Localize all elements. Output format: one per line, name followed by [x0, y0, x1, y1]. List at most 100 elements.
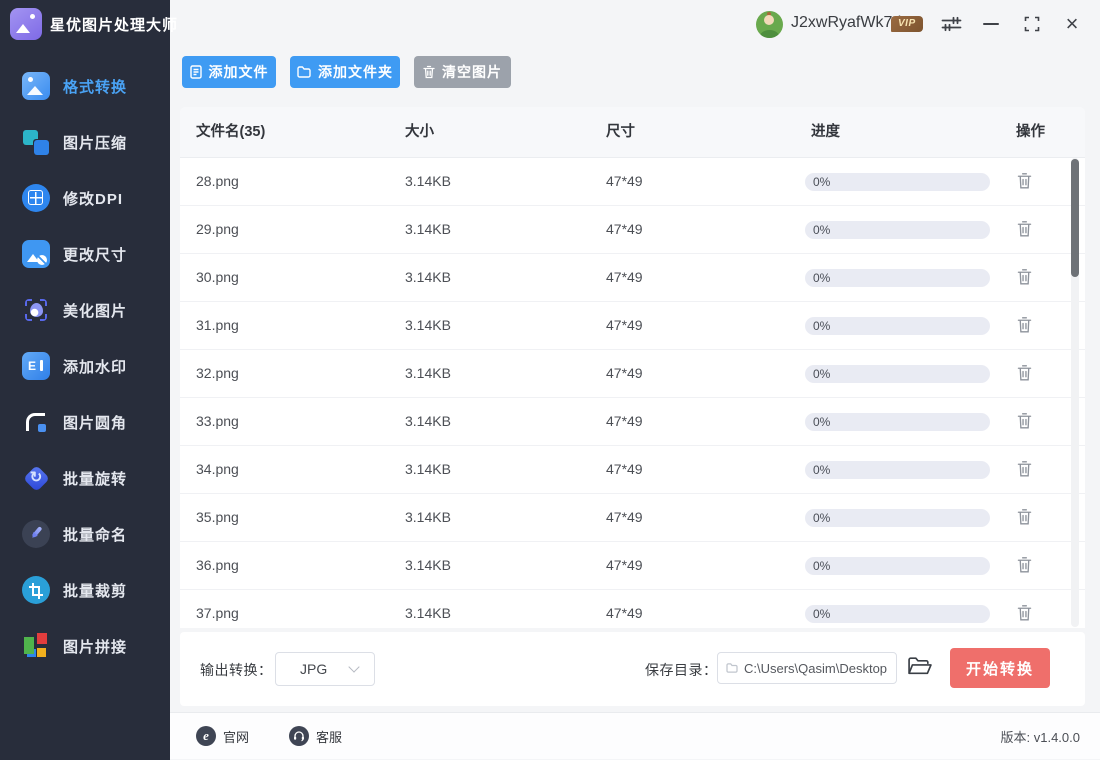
- sidebar: 星优图片处理大师 格式转换 图片压缩 修改DPI 更改尺寸 美化图片 添加水印 …: [0, 0, 170, 760]
- save-directory-input[interactable]: [744, 661, 888, 676]
- batch-crop-icon: [22, 576, 50, 604]
- progress-label: 0%: [813, 365, 830, 383]
- sidebar-item-add-watermark[interactable]: 添加水印: [0, 338, 170, 394]
- file-name: 34.png: [196, 446, 239, 493]
- delete-row-button[interactable]: [1014, 556, 1034, 576]
- progress-bar: 0%: [805, 365, 990, 383]
- customer-service-link[interactable]: 客服: [289, 726, 342, 746]
- output-format-value: JPG: [300, 661, 327, 677]
- file-dimensions: 47*49: [606, 254, 643, 301]
- progress-label: 0%: [813, 221, 830, 239]
- file-name: 30.png: [196, 254, 239, 301]
- sidebar-item-label: 图片压缩: [63, 132, 127, 153]
- col-progress: 进度: [811, 107, 840, 157]
- sidebar-item-image-stitch[interactable]: 图片拼接: [0, 618, 170, 674]
- delete-row-button[interactable]: [1014, 508, 1034, 528]
- table-header-row: 文件名(35) 大小 尺寸 进度 操作: [180, 107, 1085, 158]
- file-dimensions: 47*49: [606, 206, 643, 253]
- table-row: 34.png 3.14KB 47*49 0%: [180, 446, 1085, 494]
- clear-images-button[interactable]: 清空图片: [414, 56, 511, 88]
- format-convert-icon: [22, 72, 50, 100]
- sidebar-item-image-compress[interactable]: 图片压缩: [0, 114, 170, 170]
- table-row: 30.png 3.14KB 47*49 0%: [180, 254, 1085, 302]
- delete-row-button[interactable]: [1014, 460, 1034, 480]
- file-size: 3.14KB: [405, 158, 451, 205]
- chevron-down-icon: [348, 661, 359, 672]
- delete-row-button[interactable]: [1014, 268, 1034, 288]
- app-logo-icon: [10, 8, 42, 40]
- official-site-link[interactable]: e 官网: [196, 726, 249, 746]
- file-name: 29.png: [196, 206, 239, 253]
- file-dimensions: 47*49: [606, 302, 643, 349]
- progress-bar: 0%: [805, 509, 990, 527]
- start-convert-button[interactable]: 开始转换: [950, 648, 1050, 688]
- output-format-select[interactable]: JPG: [275, 652, 375, 686]
- col-size: 大小: [405, 107, 434, 157]
- progress-label: 0%: [813, 317, 830, 335]
- delete-row-button[interactable]: [1014, 364, 1034, 384]
- sidebar-item-format-convert[interactable]: 格式转换: [0, 58, 170, 114]
- change-size-icon: [22, 240, 50, 268]
- delete-row-button[interactable]: [1014, 412, 1034, 432]
- delete-row-button[interactable]: [1014, 604, 1034, 624]
- file-size: 3.14KB: [405, 350, 451, 397]
- progress-bar: 0%: [805, 557, 990, 575]
- delete-row-button[interactable]: [1014, 220, 1034, 240]
- table-row: 33.png 3.14KB 47*49 0%: [180, 398, 1085, 446]
- file-size: 3.14KB: [405, 446, 451, 493]
- sidebar-item-modify-dpi[interactable]: 修改DPI: [0, 170, 170, 226]
- file-name: 32.png: [196, 350, 239, 397]
- sidebar-item-label: 美化图片: [63, 300, 127, 321]
- username-label: J2xwRyafWk7d: [791, 14, 901, 32]
- batch-rotate-icon: [22, 464, 50, 492]
- table-row: 31.png 3.14KB 47*49 0%: [180, 302, 1085, 350]
- delete-row-button[interactable]: [1014, 316, 1034, 336]
- file-name: 28.png: [196, 158, 239, 205]
- file-size: 3.14KB: [405, 302, 451, 349]
- user-avatar[interactable]: [756, 11, 783, 38]
- browse-folder-button[interactable]: [907, 656, 932, 679]
- progress-bar: 0%: [805, 413, 990, 431]
- progress-bar: 0%: [805, 605, 990, 623]
- trash-icon: [1017, 556, 1032, 573]
- scrollbar-thumb[interactable]: [1071, 159, 1079, 277]
- table-row: 28.png 3.14KB 47*49 0%: [180, 158, 1085, 206]
- file-name: 31.png: [196, 302, 239, 349]
- headset-icon: [289, 726, 309, 746]
- settings-sliders-icon[interactable]: [940, 14, 962, 34]
- sidebar-item-beautify-image[interactable]: 美化图片: [0, 282, 170, 338]
- sidebar-item-change-size[interactable]: 更改尺寸: [0, 226, 170, 282]
- trash-icon: [1017, 364, 1032, 381]
- progress-label: 0%: [813, 269, 830, 287]
- sidebar-item-label: 批量裁剪: [63, 580, 127, 601]
- file-dimensions: 47*49: [606, 494, 643, 541]
- progress-bar: 0%: [805, 317, 990, 335]
- image-compress-icon: [22, 128, 50, 156]
- add-folder-button[interactable]: 添加文件夹: [290, 56, 400, 88]
- delete-row-button[interactable]: [1014, 172, 1034, 192]
- conversion-settings-bar: 输出转换： JPG 保存目录： 开始转换: [180, 632, 1085, 706]
- minimize-button[interactable]: [981, 14, 1001, 34]
- folder-icon: [297, 66, 311, 78]
- file-icon: [190, 65, 202, 79]
- sidebar-item-batch-crop[interactable]: 批量裁剪: [0, 562, 170, 618]
- official-site-label: 官网: [223, 727, 249, 746]
- file-size: 3.14KB: [405, 254, 451, 301]
- version-label: 版本: v1.4.0.0: [1001, 727, 1080, 746]
- sidebar-item-batch-rename[interactable]: 批量命名: [0, 506, 170, 562]
- maximize-button[interactable]: [1022, 14, 1042, 34]
- sidebar-item-label: 更改尺寸: [63, 244, 127, 265]
- close-button[interactable]: ×: [1059, 10, 1085, 38]
- add-file-button[interactable]: 添加文件: [182, 56, 276, 88]
- sidebar-menu: 格式转换 图片压缩 修改DPI 更改尺寸 美化图片 添加水印 图片圆角 批量旋转…: [0, 58, 170, 674]
- sidebar-item-batch-rotate[interactable]: 批量旋转: [0, 450, 170, 506]
- progress-label: 0%: [813, 461, 830, 479]
- table-row: 29.png 3.14KB 47*49 0%: [180, 206, 1085, 254]
- sidebar-item-round-corner[interactable]: 图片圆角: [0, 394, 170, 450]
- col-actions: 操作: [1016, 107, 1045, 157]
- progress-label: 0%: [813, 509, 830, 527]
- vip-badge: VIP: [891, 16, 923, 32]
- file-name: 35.png: [196, 494, 239, 541]
- sidebar-item-label: 图片拼接: [63, 636, 127, 657]
- trash-icon: [423, 65, 435, 79]
